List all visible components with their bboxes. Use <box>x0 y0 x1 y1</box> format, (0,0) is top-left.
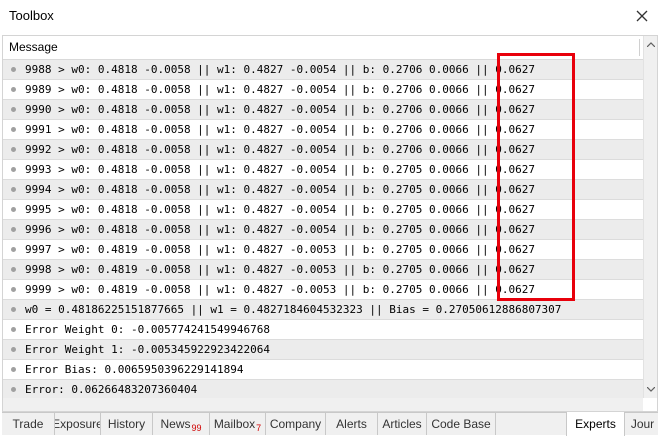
bullet-icon <box>11 227 16 232</box>
list-item[interactable]: 9991 > w0: 0.4818 -0.0058 || w1: 0.4827 … <box>3 120 643 140</box>
tab-label: Articles <box>382 417 422 431</box>
chevron-down-icon <box>647 387 655 392</box>
tab-label: Alerts <box>336 417 367 431</box>
horizontal-scrollbar-area <box>3 398 643 411</box>
tab-history[interactable]: History <box>101 413 153 435</box>
message-text: 9997 > w0: 0.4819 -0.0058 || w1: 0.4827 … <box>25 243 535 256</box>
tab-label: Experts <box>575 417 616 431</box>
list-item[interactable]: 9995 > w0: 0.4818 -0.0058 || w1: 0.4827 … <box>3 200 643 220</box>
message-text: 9999 > w0: 0.4819 -0.0058 || w1: 0.4827 … <box>25 283 535 296</box>
list-item[interactable]: 9997 > w0: 0.4819 -0.0058 || w1: 0.4827 … <box>3 240 643 260</box>
scroll-down-button[interactable] <box>644 381 657 398</box>
message-text: Error Bias: 0.0065950396229141894 <box>25 363 244 376</box>
bullet-icon <box>11 147 16 152</box>
list-item[interactable]: 9996 > w0: 0.4818 -0.0058 || w1: 0.4827 … <box>3 220 643 240</box>
bullet-icon <box>11 247 16 252</box>
bullet-icon <box>11 127 16 132</box>
close-button[interactable] <box>630 5 654 27</box>
tab-label: Code Base <box>431 417 491 431</box>
tab-label: Trade <box>12 417 44 431</box>
bullet-icon <box>11 207 16 212</box>
message-text: Error Weight 1: -0.005345922923422064 <box>25 343 271 356</box>
message-text: 9989 > w0: 0.4818 -0.0058 || w1: 0.4827 … <box>25 83 535 96</box>
bullet-icon <box>11 367 16 372</box>
message-text: 9991 > w0: 0.4818 -0.0058 || w1: 0.4827 … <box>25 123 535 136</box>
message-text: w0 = 0.48186225151877665 || w1 = 0.48271… <box>25 303 562 316</box>
tab-articles[interactable]: Articles <box>378 413 427 435</box>
tab-badge: 7 <box>256 423 262 433</box>
bullet-icon <box>11 187 16 192</box>
list-item[interactable]: 9992 > w0: 0.4818 -0.0058 || w1: 0.4827 … <box>3 140 643 160</box>
list-item[interactable]: 9988 > w0: 0.4818 -0.0058 || w1: 0.4827 … <box>3 60 643 80</box>
list-item[interactable]: 9993 > w0: 0.4818 -0.0058 || w1: 0.4827 … <box>3 160 643 180</box>
list-item[interactable]: Error Bias: 0.0065950396229141894 <box>3 360 643 380</box>
tab-label: History <box>107 417 146 431</box>
tab-alerts[interactable]: Alerts <box>326 413 378 435</box>
tab-label: Mailbox <box>213 417 256 431</box>
message-text: Error Weight 0: -0.005774241549946768 <box>25 323 271 336</box>
tab-company[interactable]: Company <box>266 413 326 435</box>
list-item[interactable]: 9998 > w0: 0.4819 -0.0058 || w1: 0.4827 … <box>3 260 643 280</box>
bullet-icon <box>11 347 16 352</box>
tab-experts[interactable]: Experts <box>566 412 625 436</box>
column-header-message: Message <box>9 40 58 54</box>
message-text: 9994 > w0: 0.4818 -0.0058 || w1: 0.4827 … <box>25 183 535 196</box>
list-item[interactable]: Error Weight 0: -0.005774241549946768 <box>3 320 643 340</box>
column-header[interactable]: Message <box>3 36 643 60</box>
tab-bar: Trade Exposure History News 99 Mailbox 7 Compan… <box>2 412 660 436</box>
tab-trade[interactable]: Trade <box>2 413 55 435</box>
bullet-icon <box>11 307 16 312</box>
toolbox-window: Toolbox Message 9988 > w0: 0.4818 -0.005… <box>0 0 660 437</box>
bullet-icon <box>11 287 16 292</box>
message-text: Error: 0.06266483207360404 <box>25 383 198 396</box>
message-text: 9996 > w0: 0.4818 -0.0058 || w1: 0.4827 … <box>25 223 535 236</box>
message-text: 9998 > w0: 0.4819 -0.0058 || w1: 0.4827 … <box>25 263 535 276</box>
tab-label: News <box>160 417 191 431</box>
column-resize-handle[interactable] <box>639 39 640 56</box>
message-text: 9993 > w0: 0.4818 -0.0058 || w1: 0.4827 … <box>25 163 535 176</box>
tab-jour[interactable]: Jour <box>625 413 660 435</box>
message-text: 9990 > w0: 0.4818 -0.0058 || w1: 0.4827 … <box>25 103 535 116</box>
bullet-icon <box>11 387 16 392</box>
list-item[interactable]: Error: 0.06266483207360404 <box>3 380 643 400</box>
bullet-icon <box>11 267 16 272</box>
bullet-icon <box>11 67 16 72</box>
list-item[interactable]: 9994 > w0: 0.4818 -0.0058 || w1: 0.4827 … <box>3 180 643 200</box>
tab-news[interactable]: News 99 <box>153 413 210 435</box>
list-item[interactable]: 9990 > w0: 0.4818 -0.0058 || w1: 0.4827 … <box>3 100 643 120</box>
tab-label: Jour <box>630 417 655 431</box>
close-icon <box>636 10 648 22</box>
bullet-icon <box>11 167 16 172</box>
message-text: 9995 > w0: 0.4818 -0.0058 || w1: 0.4827 … <box>25 203 535 216</box>
tab-label: Company <box>269 417 322 431</box>
list-item[interactable]: Error Weight 1: -0.005345922923422064 <box>3 340 643 360</box>
list-item[interactable]: 9999 > w0: 0.4819 -0.0058 || w1: 0.4827 … <box>3 280 643 300</box>
bullet-icon <box>11 107 16 112</box>
tab-label: Exposure <box>55 417 101 431</box>
message-list: 9988 > w0: 0.4818 -0.0058 || w1: 0.4827 … <box>3 60 643 400</box>
tab-badge: 99 <box>191 423 202 433</box>
chevron-up-icon <box>647 42 655 47</box>
list-item[interactable]: 9989 > w0: 0.4818 -0.0058 || w1: 0.4827 … <box>3 80 643 100</box>
bullet-icon <box>11 87 16 92</box>
bullet-icon <box>11 327 16 332</box>
list-item[interactable]: w0 = 0.48186225151877665 || w1 = 0.48271… <box>3 300 643 320</box>
vertical-scrollbar[interactable] <box>643 36 657 398</box>
window-title: Toolbox <box>9 8 54 23</box>
tab-mailbox[interactable]: Mailbox 7 <box>210 413 266 435</box>
message-text: 9988 > w0: 0.4818 -0.0058 || w1: 0.4827 … <box>25 63 535 76</box>
tab-exposure[interactable]: Exposure <box>55 413 101 435</box>
scroll-up-button[interactable] <box>644 36 657 53</box>
message-text: 9992 > w0: 0.4818 -0.0058 || w1: 0.4827 … <box>25 143 535 156</box>
tab-code-base[interactable]: Code Base <box>427 413 496 435</box>
message-panel: Message 9988 > w0: 0.4818 -0.0058 || w1:… <box>2 35 658 412</box>
title-bar: Toolbox <box>0 0 660 32</box>
